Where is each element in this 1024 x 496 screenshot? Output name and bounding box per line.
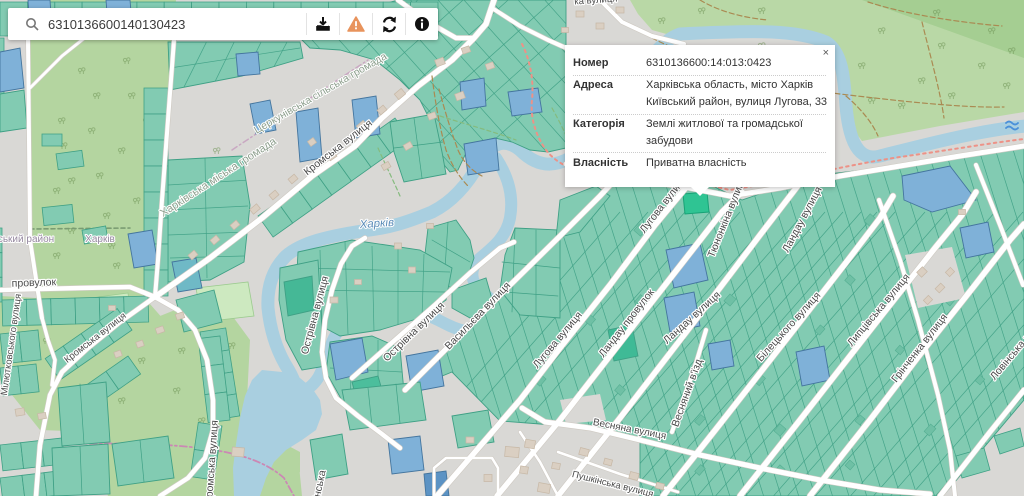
svg-text:Харків: Харків xyxy=(85,234,115,245)
svg-text:Харків: Харків xyxy=(358,217,394,231)
svg-text:ський район: ський район xyxy=(0,234,54,245)
svg-text:провулок: провулок xyxy=(11,276,56,290)
